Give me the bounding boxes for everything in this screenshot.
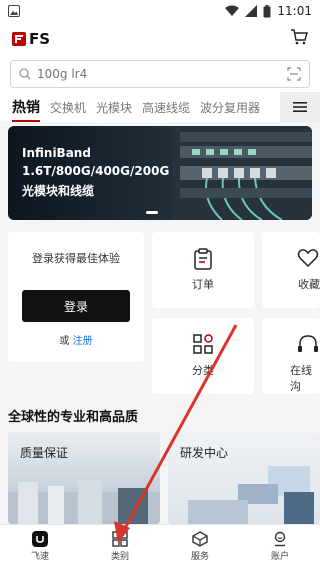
promo-banner[interactable]: InfiniBand 1.6T/800G/400G/200G 光模块和线缆 — [8, 126, 312, 220]
favorites-label: 收藏 — [298, 278, 320, 291]
nav-home[interactable]: 飞速 — [0, 525, 80, 568]
cellular-icon — [245, 5, 258, 17]
clipboard-icon — [194, 248, 212, 270]
banner-line-2: 1.6T/800G/400G/200G — [22, 164, 170, 178]
search-icon — [19, 68, 31, 80]
categories-tile[interactable]: 分类 — [152, 318, 254, 394]
wifi-icon — [225, 5, 240, 16]
heart-icon — [297, 249, 319, 268]
feature-label-quality: 质量保证 — [20, 446, 69, 460]
tab-wdm[interactable]: 波分复用器 — [200, 99, 260, 116]
carousel-indicator[interactable] — [146, 211, 158, 214]
home-icon — [32, 531, 48, 547]
cart-button[interactable] — [290, 29, 308, 49]
lab-illustration — [8, 480, 160, 524]
search-input[interactable] — [37, 67, 287, 81]
status-right: 11:01 — [225, 4, 312, 18]
nav-account[interactable]: 账户 — [240, 525, 320, 568]
status-left — [8, 5, 20, 17]
app-header: FS — [0, 22, 320, 56]
favorites-tile[interactable]: 收藏 — [262, 232, 320, 308]
nav-home-label: 飞速 — [30, 552, 49, 562]
feature-label-rnd: 研发中心 — [180, 446, 229, 460]
online-chat-tile[interactable]: 在线沟 — [262, 318, 320, 394]
tab-cables[interactable]: 高速线缆 — [142, 99, 190, 116]
nav-service[interactable]: 服务 — [160, 525, 240, 568]
nav-account-label: 账户 — [270, 552, 289, 562]
login-hint: 登录获得最佳体验 — [32, 252, 120, 265]
bottom-nav: 飞速 类别 服务 账户 — [0, 524, 320, 568]
nav-service-label: 服务 — [190, 552, 209, 562]
headset-icon — [298, 335, 318, 352]
account-icon — [274, 531, 286, 547]
section-title: 全球性的专业和高品质 — [8, 410, 139, 425]
tab-switches[interactable]: 交换机 — [50, 99, 86, 116]
tab-transceivers[interactable]: 光模块 — [96, 99, 132, 116]
grid-icon — [112, 531, 128, 547]
nav-categories[interactable]: 类别 — [80, 525, 160, 568]
scan-icon[interactable] — [287, 67, 301, 81]
login-button[interactable]: 登录 — [22, 290, 130, 322]
cart-icon — [291, 29, 308, 45]
banner-line-1: InfiniBand — [22, 146, 91, 160]
tab-hot[interactable]: 热销 — [12, 97, 40, 122]
search-bar — [0, 56, 320, 92]
feature-card-rnd[interactable]: 研发中心 — [168, 432, 320, 524]
banner-line-3: 光模块和线缆 — [22, 184, 95, 198]
nav-categories-label: 类别 — [110, 552, 129, 562]
battery-icon — [263, 4, 271, 17]
login-card: 登录获得最佳体验 登录 或 注册 — [8, 232, 144, 362]
brand-name: FS — [29, 30, 51, 48]
category-tabs: 热销 交换机 光模块 高速线缆 波分复用器 — [0, 92, 320, 122]
brand-logo[interactable]: FS — [12, 30, 50, 48]
register-link[interactable]: 注册 — [73, 336, 93, 347]
categories-label: 分类 — [192, 364, 214, 377]
equipment-illustration — [188, 466, 314, 524]
app-screen: 11:01 FS 100g lr4 热销 交换机 光模块 高速线缆 波分复用器 … — [0, 0, 320, 568]
register-line: 或 注册 — [8, 332, 144, 347]
status-time: 11:01 — [277, 4, 312, 18]
category-grid-icon — [193, 334, 213, 354]
feature-card-quality[interactable]: 质量保证 — [8, 432, 160, 524]
or-text: 或 — [59, 336, 70, 347]
status-bar: 11:01 — [0, 0, 320, 22]
orders-tile[interactable]: 订单 — [152, 232, 254, 308]
switch-rack-illustration — [172, 126, 312, 220]
online-chat-label: 在线沟 — [290, 364, 312, 393]
fs-logo-icon — [12, 32, 26, 46]
menu-icon — [293, 102, 307, 112]
search-box[interactable] — [10, 60, 310, 88]
gallery-icon — [8, 5, 20, 17]
tab-menu-button[interactable] — [280, 92, 320, 122]
service-icon — [192, 531, 208, 547]
orders-label: 订单 — [192, 278, 214, 291]
